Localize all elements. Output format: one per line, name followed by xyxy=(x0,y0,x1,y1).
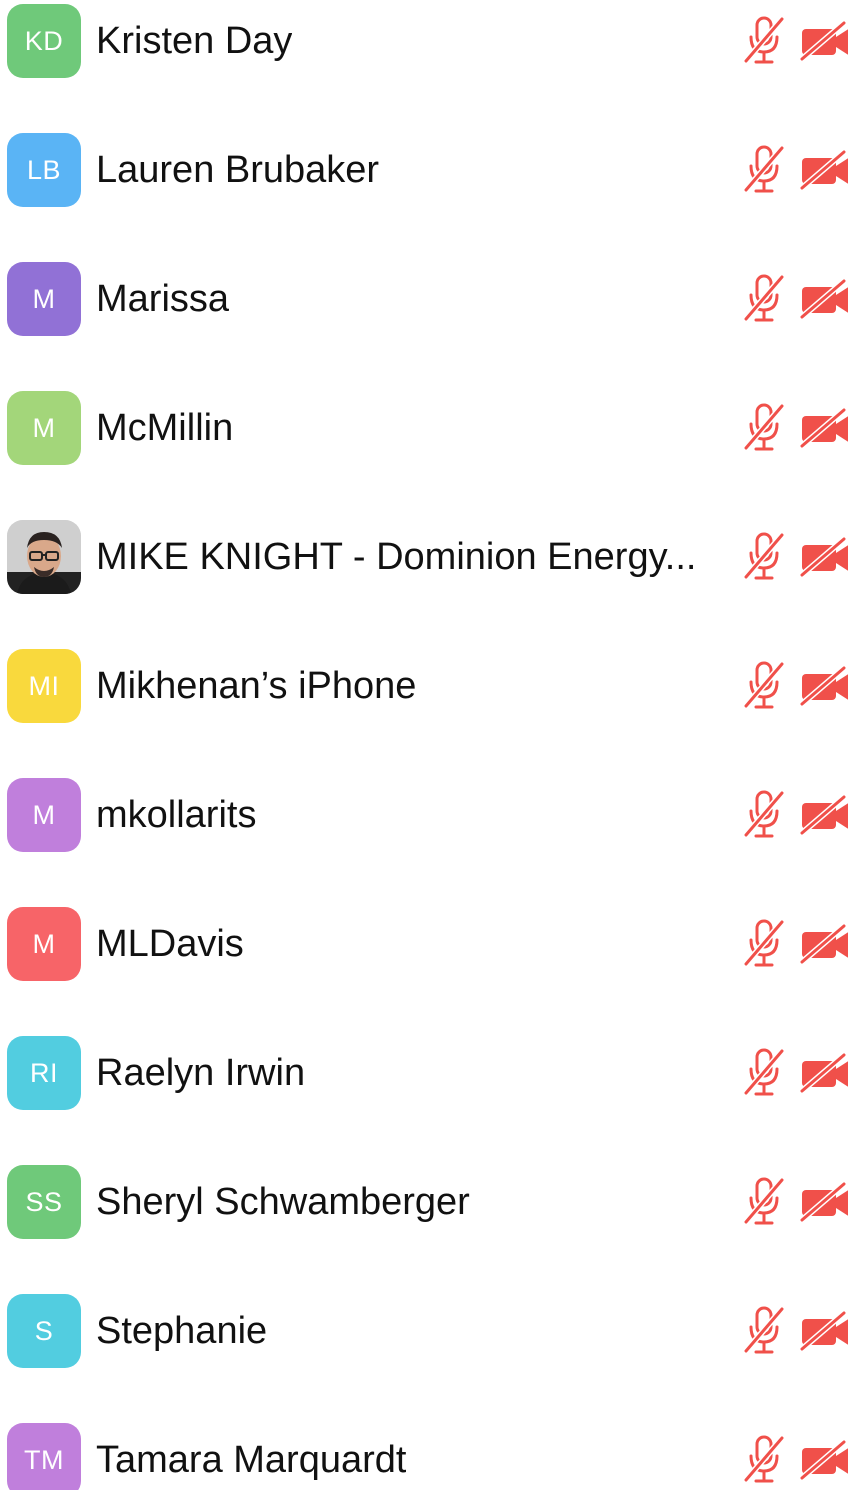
camera-off-icon[interactable] xyxy=(800,665,848,707)
participant-row[interactable]: TM Tamara Marquardt xyxy=(0,1400,848,1490)
avatar-initials: M xyxy=(32,929,56,959)
participant-name: Stephanie xyxy=(96,1310,268,1352)
mic-muted-icon[interactable] xyxy=(742,402,786,454)
mic-muted-icon[interactable] xyxy=(742,1176,786,1228)
avatar-initials: RI xyxy=(30,1058,58,1088)
participant-avatar: KD xyxy=(7,4,81,78)
participant-avatar: M xyxy=(7,262,81,336)
camera-off-icon[interactable] xyxy=(800,1310,848,1352)
participant-avatar: TM xyxy=(7,1423,81,1490)
participant-row[interactable]: M MLDavis xyxy=(0,884,848,1004)
camera-off-icon[interactable] xyxy=(800,20,848,62)
camera-off-icon[interactable] xyxy=(800,923,848,965)
participant-list: KD Kristen Day LB Lauren Brubaker M Marissa M M… xyxy=(0,0,848,1490)
mic-muted-icon[interactable] xyxy=(742,1047,786,1099)
participant-name: Tamara Marquardt xyxy=(96,1439,407,1481)
participant-avatar: SS xyxy=(7,1165,81,1239)
participant-row[interactable]: RI Raelyn Irwin xyxy=(0,1013,848,1133)
participant-name: Marissa xyxy=(96,278,230,320)
camera-off-icon[interactable] xyxy=(800,149,848,191)
participant-name: Sheryl Schwamberger xyxy=(96,1181,470,1223)
participant-avatar: LB xyxy=(7,133,81,207)
camera-off-icon[interactable] xyxy=(800,536,848,578)
avatar-initials: TM xyxy=(24,1445,64,1475)
avatar-initials: SS xyxy=(25,1187,63,1217)
avatar-initials: M xyxy=(32,413,56,443)
participant-row[interactable]: KD Kristen Day xyxy=(0,0,848,101)
participant-row[interactable]: M Marissa xyxy=(0,239,848,359)
person-photo-icon xyxy=(7,520,81,594)
participant-avatar: M xyxy=(7,907,81,981)
mic-muted-icon[interactable] xyxy=(742,531,786,583)
avatar-initials: LB xyxy=(26,155,62,185)
avatar-initials: M xyxy=(32,284,56,314)
participant-avatar: S xyxy=(7,1294,81,1368)
participant-name: Lauren Brubaker xyxy=(96,149,380,191)
participant-name: Mikhenan’s iPhone xyxy=(96,665,417,707)
participant-avatar: RI xyxy=(7,1036,81,1110)
participant-name: MIKE KNIGHT - Dominion Energy... xyxy=(96,536,697,578)
participant-avatar-photo xyxy=(7,520,81,594)
participant-row[interactable]: LB Lauren Brubaker xyxy=(0,110,848,230)
participant-row[interactable]: MI Mikhenan’s iPhone xyxy=(0,626,848,746)
camera-off-icon[interactable] xyxy=(800,407,848,449)
participant-row[interactable]: SS Sheryl Schwamberger xyxy=(0,1142,848,1262)
camera-off-icon[interactable] xyxy=(800,1439,848,1481)
mic-muted-icon[interactable] xyxy=(742,1305,786,1357)
participant-avatar: M xyxy=(7,391,81,465)
mic-muted-icon[interactable] xyxy=(742,273,786,325)
mic-muted-icon[interactable] xyxy=(742,789,786,841)
camera-off-icon[interactable] xyxy=(800,1181,848,1223)
participant-avatar: M xyxy=(7,778,81,852)
participant-name: McMillin xyxy=(96,407,234,449)
mic-muted-icon[interactable] xyxy=(742,918,786,970)
camera-off-icon[interactable] xyxy=(800,794,848,836)
participant-name: Raelyn Irwin xyxy=(96,1052,306,1094)
participant-avatar: MI xyxy=(7,649,81,723)
participant-row[interactable]: MIKE KNIGHT - Dominion Energy... xyxy=(0,497,848,617)
participant-row[interactable]: M McMillin xyxy=(0,368,848,488)
camera-off-icon[interactable] xyxy=(800,1052,848,1094)
avatar-initials: S xyxy=(34,1316,54,1346)
mic-muted-icon[interactable] xyxy=(742,660,786,712)
participant-row[interactable]: Mmkollarits xyxy=(0,755,848,875)
avatar-initials: KD xyxy=(24,26,64,56)
participant-row[interactable]: S Stephanie xyxy=(0,1271,848,1391)
avatar-initials: MI xyxy=(28,671,60,701)
participant-name: Kristen Day xyxy=(96,20,293,62)
mic-muted-icon[interactable] xyxy=(742,1434,786,1486)
avatar-initials: M xyxy=(32,800,56,830)
mic-muted-icon[interactable] xyxy=(742,144,786,196)
camera-off-icon[interactable] xyxy=(800,278,848,320)
participant-name: MLDavis xyxy=(96,923,244,965)
participant-name: mkollarits xyxy=(96,794,257,836)
mic-muted-icon[interactable] xyxy=(742,15,786,67)
